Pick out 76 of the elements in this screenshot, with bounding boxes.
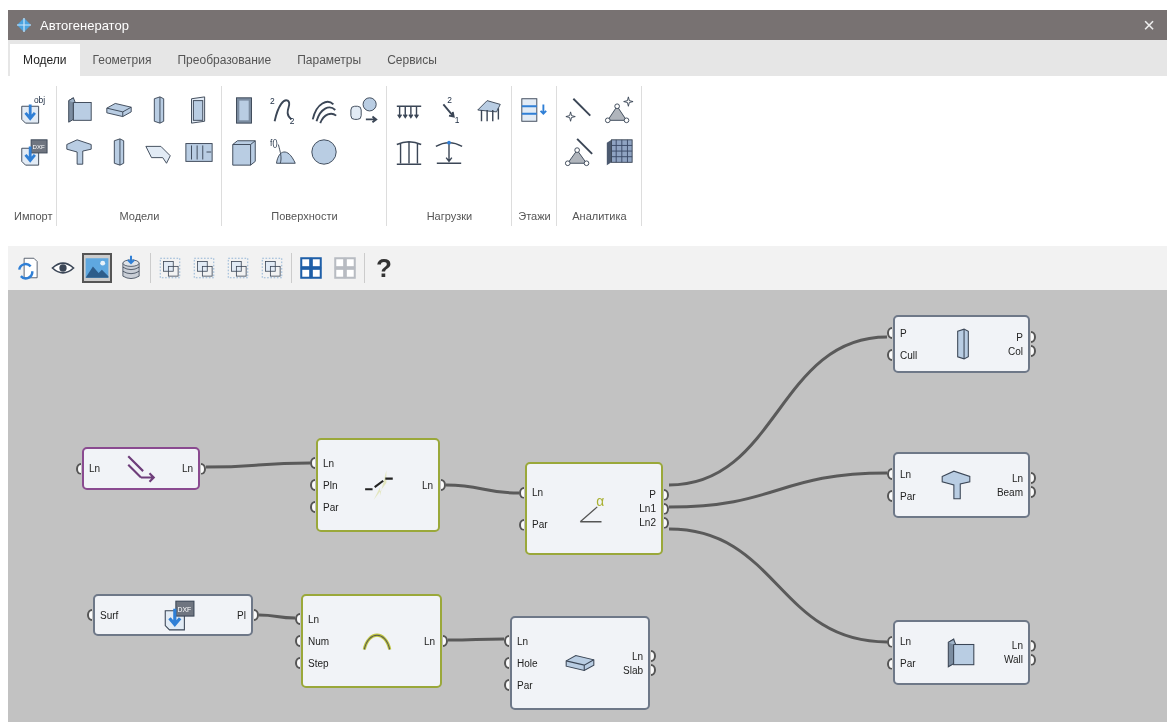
beam-icon [64,137,95,167]
port-label: Slab [622,664,644,676]
icon-caption: 2 [290,116,295,125]
ribbon-tab[interactable]: Модели [10,44,80,76]
cylinder-sphere-icon [349,95,380,125]
port-label: Ln [307,613,321,625]
port-label: P [1015,331,1024,343]
port-label: Par [322,501,340,513]
grid-small-icon [332,255,358,281]
ribbon-tab[interactable]: Преобразование [164,44,285,76]
ribbon-tool-button[interactable]: 2 1 [431,90,468,130]
port-label: Ln [1010,640,1024,651]
ribbon-tool-button[interactable]: obj [15,90,52,130]
close-button[interactable]: × [1139,13,1159,37]
select-frame-icon [259,255,285,281]
port-label: Pl [236,609,247,621]
group-label: Этажи [518,210,551,224]
select-frame-icon [157,255,183,281]
group-label: Импорт [14,210,53,224]
icon-caption: α [596,492,605,509]
ribbon-tool-button[interactable]: f() [266,132,303,172]
icon-caption: f() [270,138,279,149]
port-label: Ln [516,635,530,647]
port-label: Ln [420,479,434,491]
port-label: Ln [88,463,102,474]
port-label: Par [899,490,917,502]
ribbon-tab[interactable]: Геометрия [79,44,165,76]
port-label: P [648,489,657,500]
group-label: Поверхности [271,210,338,224]
port-label: Ln [899,468,913,480]
port-label: Ln [322,457,336,469]
connector-wire [258,613,296,620]
port-label: Par [531,519,549,530]
image-icon [84,255,110,281]
ribbon-tab[interactable]: Параметры [284,44,375,76]
port-label: Beam [995,486,1024,498]
port-label: Ln [1010,472,1024,484]
toolbar-button[interactable] [82,253,112,283]
port-label: Wall [1002,654,1024,665]
sphere-icon [309,137,340,167]
port-label: Ln [899,636,913,647]
port-label: Ln [422,635,436,647]
window-title: Автогенератор [40,17,130,33]
port-label: Step [307,657,330,669]
port-label: Ln [630,650,644,662]
icon-caption: obj [34,95,46,106]
group-label: Аналитика [572,210,627,224]
grid-block-icon [604,137,635,167]
port-label: Ln2 [638,517,657,528]
port-label: Surf [99,609,120,621]
port-label: Pln [322,479,339,491]
select-frame-icon [225,255,251,281]
group-label: Модели [119,210,160,224]
select-frame-icon [191,255,217,281]
triangle-line-icon [564,137,595,167]
icon-caption: 2 [447,95,453,106]
triangle-point-icon [604,95,635,125]
port-label: Ln1 [638,503,657,514]
port-label: Ln [180,463,194,474]
port-label: Num [307,635,331,647]
port-label: Ln [531,487,545,498]
diamond-logo-icon [16,17,32,33]
port-label: Cull [899,349,919,361]
port-label: Col [1007,345,1024,357]
port-label: Par [516,679,534,691]
ribbon-tab[interactable]: Сервисы [374,44,450,76]
port-label: Hole [516,657,539,669]
icon-caption: 2 [270,96,276,107]
icon-caption: 1 [455,115,460,125]
floors-icon [519,95,550,125]
toolbar-button[interactable]: ? [369,253,399,283]
grid-large-icon [298,255,324,281]
group-label: Нагрузки [426,210,473,224]
port-label: Par [899,658,917,669]
connector-wire [448,637,504,642]
port-label: P [899,327,908,339]
